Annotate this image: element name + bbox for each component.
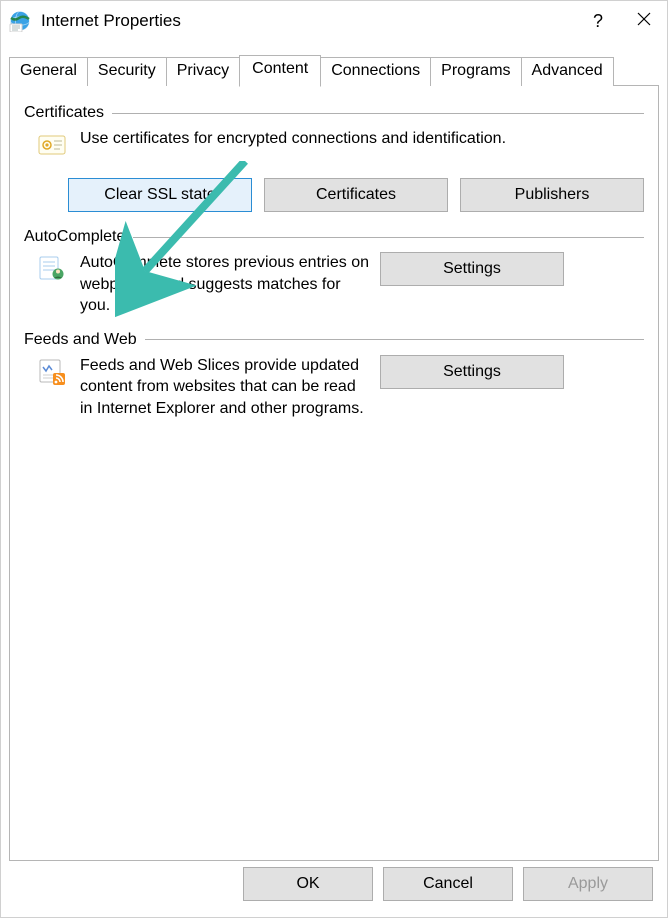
internet-properties-window: Internet Properties ? General Security P… xyxy=(0,0,668,918)
window-title: Internet Properties xyxy=(41,11,181,31)
tab-general[interactable]: General xyxy=(9,57,88,86)
feeds-group-label: Feeds and Web xyxy=(24,331,644,349)
tab-content[interactable]: Content xyxy=(239,55,321,87)
autocomplete-icon xyxy=(37,254,67,284)
tabs-row: General Security Privacy Content Connect… xyxy=(1,41,667,86)
dialog-footer: OK Cancel Apply xyxy=(1,861,667,917)
tab-advanced[interactable]: Advanced xyxy=(521,57,614,86)
feeds-icon xyxy=(37,357,67,387)
autocomplete-settings-button[interactable]: Settings xyxy=(380,252,564,286)
certificates-group-label: Certificates xyxy=(24,104,644,122)
feeds-description: Feeds and Web Slices provide updated con… xyxy=(80,355,380,420)
tab-security[interactable]: Security xyxy=(87,57,167,86)
ok-button[interactable]: OK xyxy=(243,867,373,901)
help-button[interactable]: ? xyxy=(575,1,621,41)
tab-privacy[interactable]: Privacy xyxy=(166,57,240,86)
close-button[interactable] xyxy=(621,1,667,41)
cancel-button[interactable]: Cancel xyxy=(383,867,513,901)
content-panel: Certificates Use certificates for encryp… xyxy=(9,86,659,861)
feeds-settings-button[interactable]: Settings xyxy=(380,355,564,389)
publishers-button[interactable]: Publishers xyxy=(460,178,644,212)
certificate-icon xyxy=(37,130,67,160)
internet-options-icon xyxy=(9,10,31,32)
certificates-description: Use certificates for encrypted connectio… xyxy=(80,128,644,150)
certificates-button[interactable]: Certificates xyxy=(264,178,448,212)
apply-button[interactable]: Apply xyxy=(523,867,653,901)
tab-connections[interactable]: Connections xyxy=(320,57,431,86)
clear-ssl-state-button[interactable]: Clear SSL state xyxy=(68,178,252,212)
tab-programs[interactable]: Programs xyxy=(430,57,521,86)
autocomplete-group-label: AutoComplete xyxy=(24,228,644,246)
titlebar: Internet Properties ? xyxy=(1,1,667,41)
autocomplete-description: AutoComplete stores previous entries on … xyxy=(80,252,380,317)
